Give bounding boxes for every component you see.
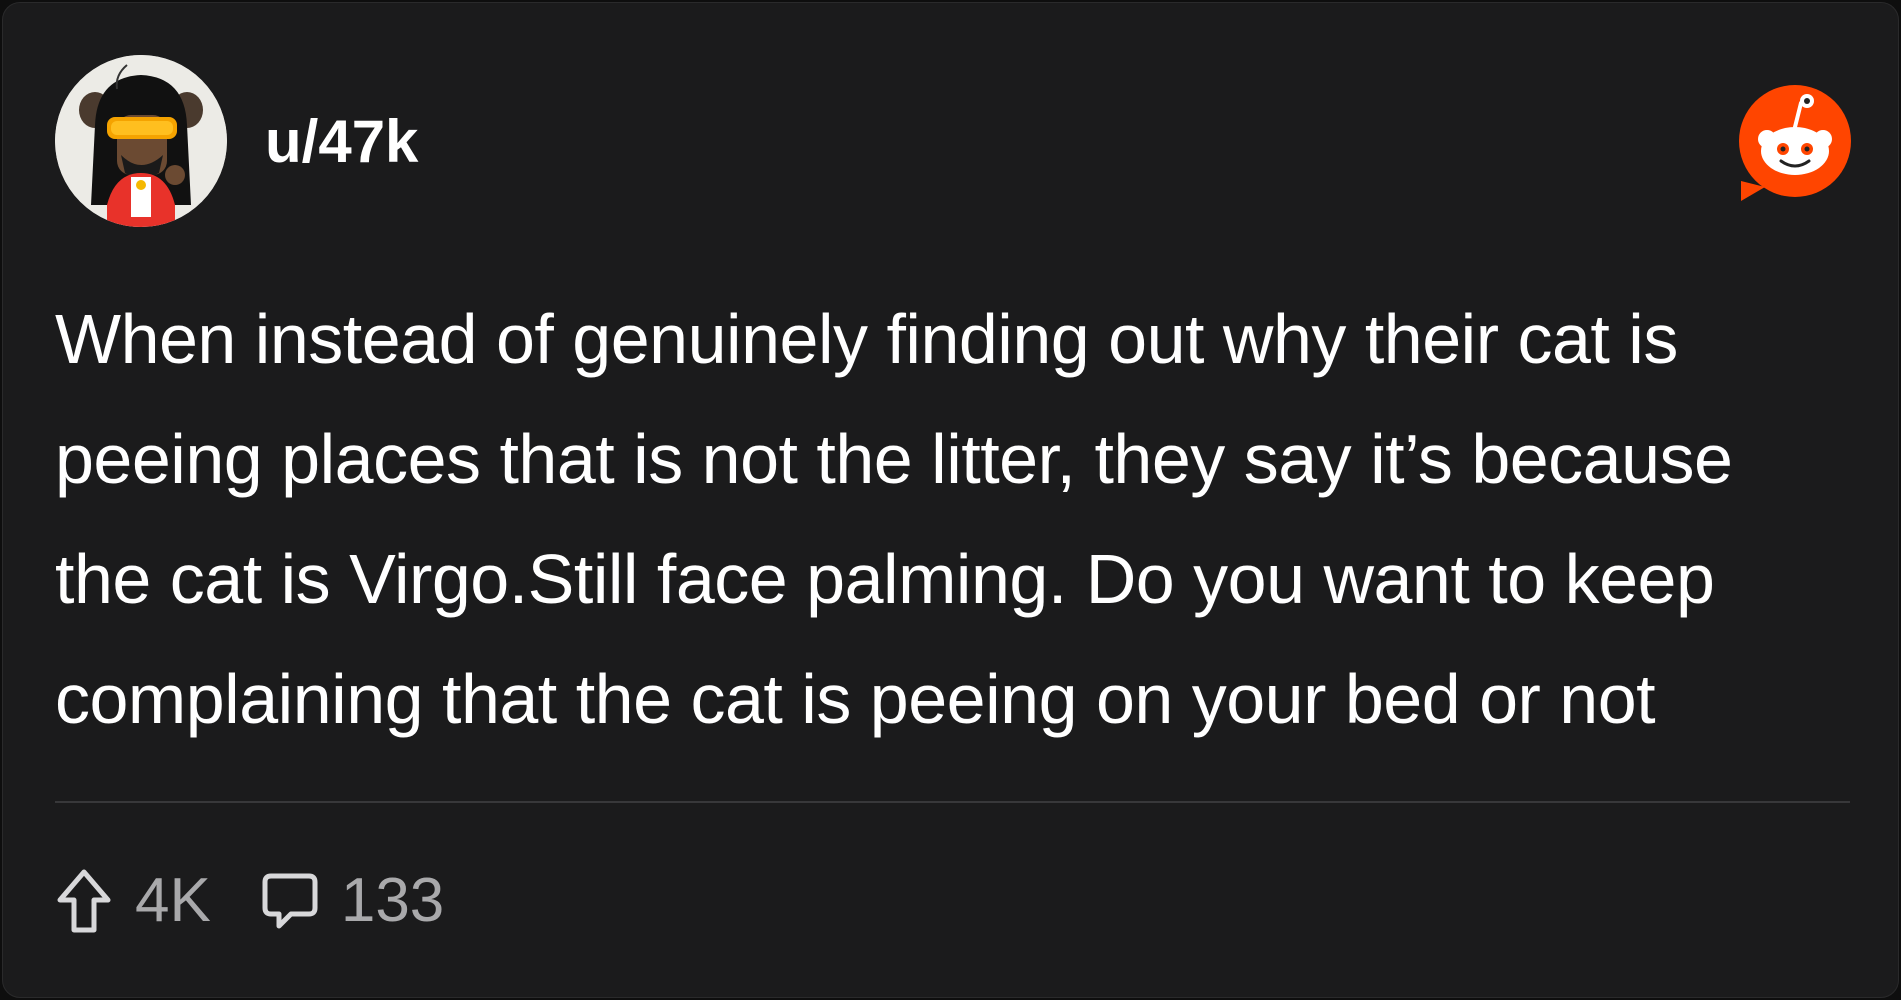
comment-button[interactable]: 133 <box>261 865 444 937</box>
upvote-arrow-icon <box>57 869 111 933</box>
post-card: u/47k When instead of genuinely finding … <box>2 2 1899 998</box>
comment-count: 133 <box>340 866 445 935</box>
divider <box>55 801 1850 803</box>
reddit-logo-icon <box>1733 83 1853 203</box>
post-body: When instead of genuinely finding out wh… <box>55 300 1733 738</box>
avatar[interactable] <box>55 55 227 227</box>
upvote-count: 4K <box>135 866 211 935</box>
post-actions: 4K 133 <box>55 865 494 937</box>
username[interactable]: u/47k <box>265 107 418 177</box>
comment-bubble-icon <box>262 873 318 929</box>
upvote-button[interactable]: 4K <box>55 865 211 937</box>
avatar-illustration <box>55 55 227 227</box>
